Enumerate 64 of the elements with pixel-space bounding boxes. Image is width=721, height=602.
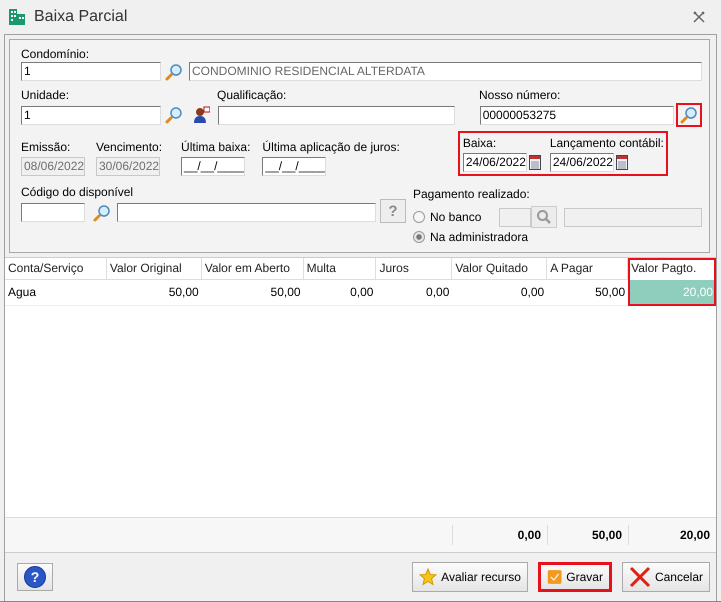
table-cell: 0,00 [376,280,452,306]
search-button[interactable] [676,103,702,127]
field-label: Nosso número: [479,87,560,103]
field-label: Baixa: [462,135,498,151]
field-label: Qualificação: [217,87,288,103]
total-value: 0,00 [452,525,547,545]
field-label: Última aplicação de juros: [262,139,400,155]
table-cell: 50,00 [202,280,304,306]
search-icon[interactable] [164,106,182,124]
column-header[interactable]: Valor Quitado [452,258,548,280]
input-field[interactable]: 00000053275 [480,106,674,124]
column-header[interactable]: A Pagar [547,258,628,280]
help-button[interactable]: ? [17,563,53,591]
field-label: Código do disponível [21,184,134,200]
table-cell: 50,00 [106,280,202,306]
search-icon[interactable] [93,204,111,222]
search-icon [680,106,698,124]
table-cell: Agua [5,280,107,306]
close-icon[interactable] [693,11,705,23]
rate-button[interactable]: Avaliar recurso [412,562,528,592]
date-field[interactable]: __/__/____ [181,157,246,176]
input-field[interactable]: 1 [21,106,161,124]
calendar-icon[interactable] [616,155,628,170]
cancel-button[interactable]: Cancelar [622,562,710,592]
field-label: Pagamento realizado: [413,186,531,202]
radio-option[interactable]: No banco [413,208,495,226]
building-icon [8,8,26,26]
total-value: 50,00 [547,525,628,545]
radio-option[interactable]: Na administradora [413,228,530,246]
field-label: Lançamento contábil: [550,135,664,151]
star-icon [419,568,438,586]
date-field[interactable]: __/__/____ [262,157,326,176]
close-icon [628,566,651,588]
input-field[interactable] [21,203,85,222]
total-value: 20,00 [628,525,716,545]
column-header[interactable]: Valor Original [106,258,202,280]
input-field[interactable] [218,106,455,124]
search-button[interactable] [531,206,557,228]
column-header[interactable]: Conta/Serviço [5,258,107,280]
search-icon[interactable] [165,62,183,80]
window-title: Baixa Parcial [34,8,128,26]
field-label: Emissão: [21,139,72,155]
person-icon[interactable] [192,106,210,124]
input-field[interactable] [564,208,702,226]
column-header[interactable]: Valor em Aberto [202,258,304,280]
column-header[interactable]: Juros [376,258,452,280]
save-button[interactable]: Gravar [538,562,612,592]
column-header[interactable]: Multa [304,258,376,280]
field-label: Última baixa: [181,139,250,155]
input-field[interactable] [499,208,531,226]
field-label: Vencimento: [96,139,162,155]
table-cell: 0,00 [304,280,376,306]
search-icon [536,209,552,225]
table-cell: 20,00 [628,280,716,306]
input-field[interactable]: CONDOMINIO RESIDENCIAL ALTERDATA [189,62,702,81]
checkmark-icon [546,567,562,587]
date-field[interactable]: 24/06/2022 [550,153,614,172]
field-label: Condomínio: [21,46,90,62]
calendar-icon[interactable] [528,155,541,170]
table-cell: 0,00 [452,280,548,306]
field-label: Unidade: [21,87,70,103]
date-field[interactable]: 24/06/2022 [462,153,527,172]
input-field[interactable]: 1 [21,62,161,81]
input-field[interactable] [117,203,376,222]
